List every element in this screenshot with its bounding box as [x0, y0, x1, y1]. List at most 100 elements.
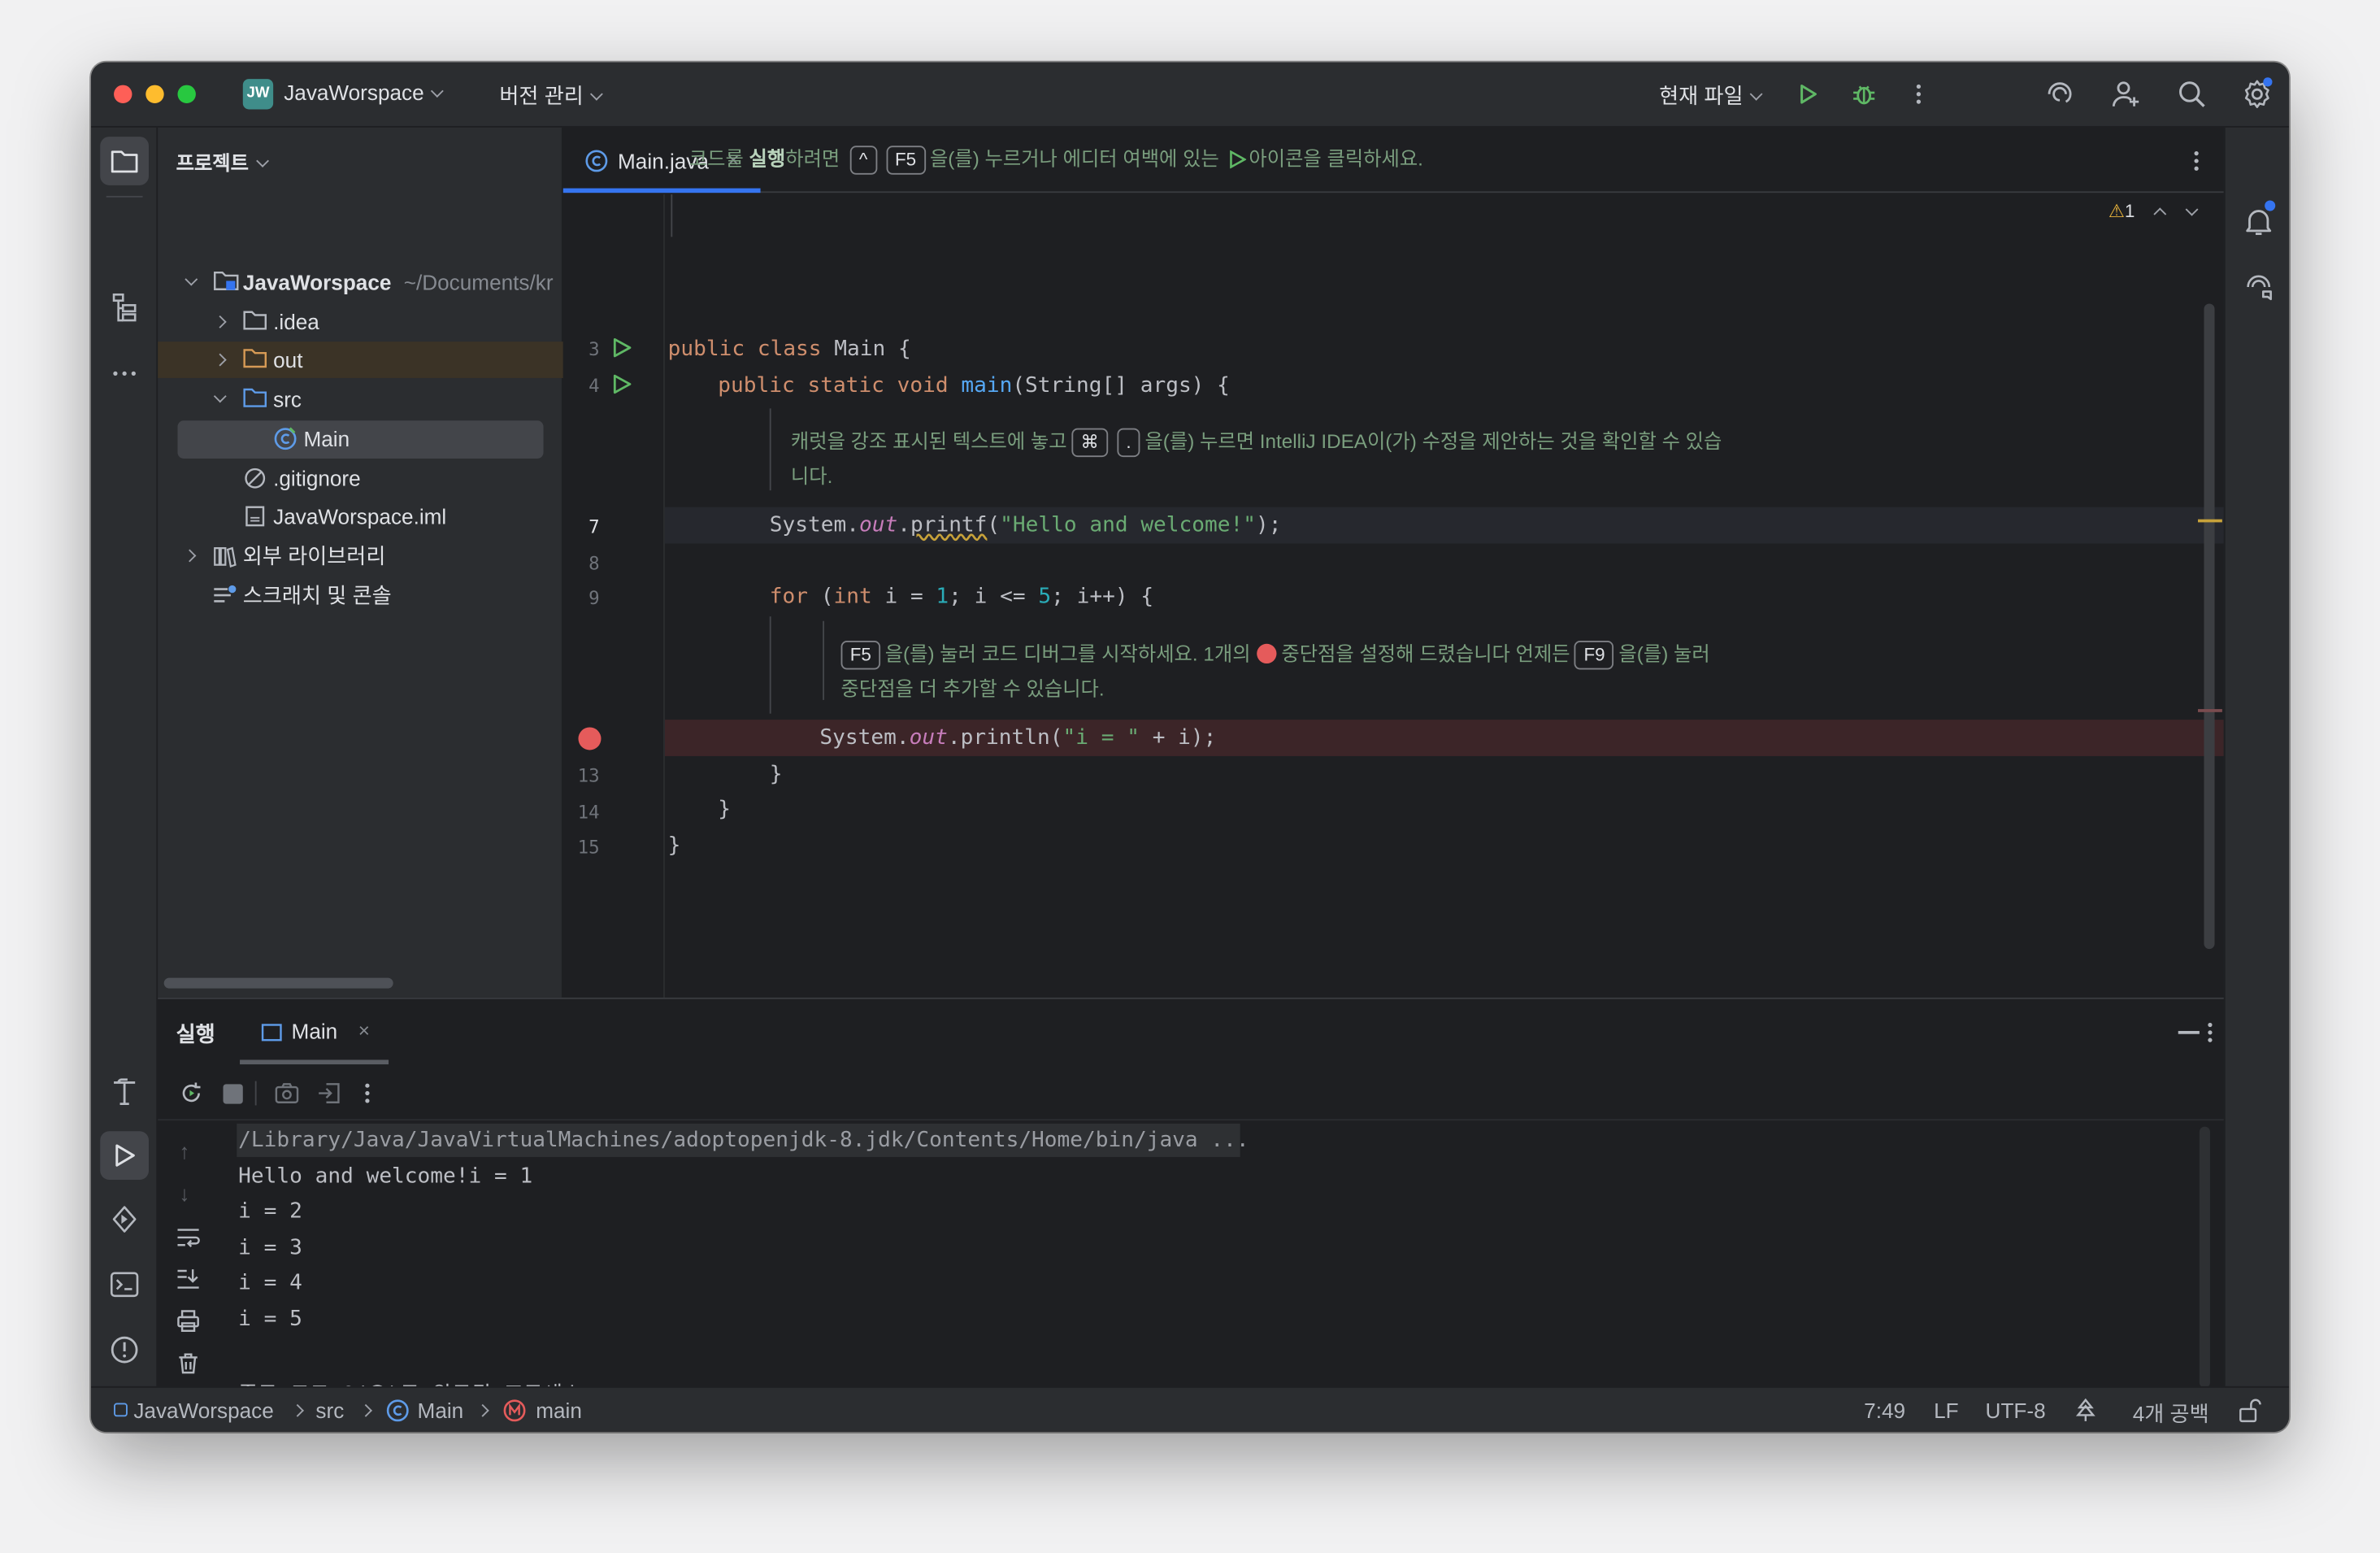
project-name: JavaWorspace	[284, 80, 424, 105]
run-gutter-icon[interactable]	[612, 373, 633, 394]
clear-console-button[interactable]	[173, 1348, 203, 1378]
camera-icon	[275, 1083, 299, 1103]
code-line-9[interactable]: for (int i = 1; i <= 5; i++) {	[770, 585, 1153, 609]
code-text: .	[897, 513, 910, 538]
run-gutter-icon[interactable]	[612, 337, 633, 359]
terminal-icon	[110, 1272, 139, 1298]
arrow-up-icon[interactable]: ↑	[179, 1139, 189, 1164]
minimize-window-button[interactable]	[145, 85, 164, 103]
breadcrumb-method[interactable]: main	[536, 1399, 582, 1423]
key-cap: F5	[840, 641, 881, 670]
bug-icon	[1853, 85, 1875, 105]
console-command-line[interactable]: /Library/Java/JavaVirtualMachines/adopto…	[238, 1128, 1249, 1152]
code-line-12[interactable]: System.out.println("i = " + i);	[819, 726, 1216, 750]
run-config-tab[interactable]: Main ×	[240, 1019, 389, 1065]
project-view-selector[interactable]: 프로젝트	[176, 147, 269, 176]
line-number: 8	[588, 552, 600, 574]
close-window-button[interactable]	[114, 85, 132, 103]
code-line-15[interactable]: }	[668, 833, 681, 858]
module-folder-icon	[212, 269, 240, 294]
hint-text: 아이콘을 클릭하세요.	[1249, 147, 1423, 171]
inspection-widget[interactable]: ⚠1	[2108, 200, 2199, 222]
stop-icon[interactable]	[223, 1084, 243, 1104]
code-line-13[interactable]: }	[770, 762, 783, 786]
build-tool-button[interactable]	[106, 1073, 143, 1110]
line-separator[interactable]: LF	[1934, 1399, 1959, 1423]
unlock-icon[interactable]	[2238, 1399, 2262, 1423]
code-line-4[interactable]: public static void main(String[] args) {	[718, 373, 1230, 398]
tree-root-row[interactable]: JavaWorspace ~/Documents/kr	[182, 264, 563, 301]
hint-text: 을(를) 눌러	[1618, 642, 1710, 665]
notifications-button[interactable]	[2240, 200, 2277, 240]
code-line-14[interactable]: }	[718, 797, 731, 821]
soft-wrap-button[interactable]	[173, 1222, 203, 1252]
run-tool-button[interactable]	[100, 1131, 150, 1180]
more-run-actions[interactable]	[355, 1078, 380, 1108]
module-icon	[114, 1403, 128, 1417]
run-config-selector[interactable]: 현재 파일	[1659, 80, 1764, 111]
editor-tab-options[interactable]	[2184, 146, 2208, 176]
code-line-3[interactable]: public class Main {	[668, 337, 911, 362]
more-actions-button[interactable]	[1906, 79, 1930, 109]
horizontal-scrollbar[interactable]	[163, 977, 393, 989]
breadcrumb-project[interactable]: JavaWorspace	[133, 1399, 273, 1423]
settings-button[interactable]	[2240, 77, 2274, 111]
chevron-down-icon[interactable]	[2185, 202, 2199, 216]
breakpoint-stripe-marker[interactable]	[2197, 709, 2222, 712]
code-style-icon[interactable]	[2075, 1398, 2096, 1423]
code-text: System.	[819, 725, 910, 750]
ai-assistant-button[interactable]	[2043, 77, 2077, 111]
print-button[interactable]	[173, 1306, 203, 1336]
folder-icon	[243, 310, 267, 331]
hint-text: 하려면	[785, 147, 840, 171]
code-line-7[interactable]: System.out.printf("Hello and welcome!");	[770, 513, 1282, 537]
vertical-scrollbar[interactable]	[2204, 303, 2215, 950]
project-tool-button[interactable]	[100, 137, 150, 185]
debug-button[interactable]	[1848, 79, 1878, 109]
key-cap: F5	[885, 146, 926, 175]
zoom-window-button[interactable]	[177, 85, 196, 103]
warning-icon: ⚠	[2108, 200, 2125, 222]
excluded-folder-icon	[243, 348, 267, 369]
vcs-menu[interactable]: 버전 관리	[499, 80, 604, 111]
arrow-down-icon[interactable]: ↓	[179, 1181, 189, 1206]
console-line: i = 2	[238, 1199, 302, 1225]
add-collaborator-button[interactable]	[2110, 77, 2143, 111]
run-button[interactable]	[1792, 79, 1822, 109]
warning-stripe-marker[interactable]	[2197, 519, 2222, 523]
exit-button[interactable]	[315, 1078, 345, 1108]
title-bar: JW JavaWorspace 버전 관리 현재 파일	[91, 62, 2290, 128]
services-tool-button[interactable]	[106, 1201, 143, 1238]
more-tools-button[interactable]	[106, 355, 143, 392]
hint-text: 을(를) 눌러 코드 디버그를 시작하세요. 1개의	[884, 642, 1251, 665]
project-panel-title: 프로젝트	[176, 151, 249, 175]
close-icon[interactable]: ×	[358, 1019, 370, 1042]
search-everywhere-button[interactable]	[2175, 77, 2208, 111]
tree-item-label: src	[273, 387, 302, 412]
rerun-button[interactable]	[176, 1078, 206, 1108]
project-switcher[interactable]: JavaWorspace	[284, 80, 445, 105]
play-icon	[613, 374, 632, 394]
run-panel-options[interactable]	[2198, 1017, 2222, 1047]
breadcrumb-class[interactable]: Main	[418, 1399, 464, 1423]
console-line: i = 4	[238, 1271, 302, 1295]
minimize-icon[interactable]	[2178, 1030, 2200, 1034]
caret-position[interactable]: 7:49	[1864, 1399, 1905, 1423]
scroll-to-end-button[interactable]	[173, 1264, 203, 1294]
breakpoint-icon[interactable]	[578, 727, 602, 750]
more-vertical-icon	[365, 1083, 370, 1103]
indent-setting[interactable]: 4개 공백	[2133, 1399, 2209, 1429]
problems-tool-button[interactable]	[106, 1332, 143, 1368]
thread-dump-button[interactable]	[271, 1078, 302, 1108]
terminal-tool-button[interactable]	[106, 1266, 143, 1303]
tree-item-out[interactable]: out	[158, 341, 563, 378]
ai-chat-button[interactable]	[2240, 270, 2277, 307]
line-number: 7	[588, 515, 600, 538]
chevron-up-icon[interactable]	[2153, 207, 2166, 221]
structure-tool-button[interactable]	[106, 289, 143, 325]
breadcrumb-src[interactable]: src	[315, 1399, 344, 1423]
tree-item-label: .idea	[273, 309, 319, 334]
printer-icon	[177, 1310, 199, 1332]
console-scrollbar[interactable]	[2199, 1126, 2210, 1388]
file-encoding[interactable]: UTF-8	[1986, 1399, 2046, 1423]
